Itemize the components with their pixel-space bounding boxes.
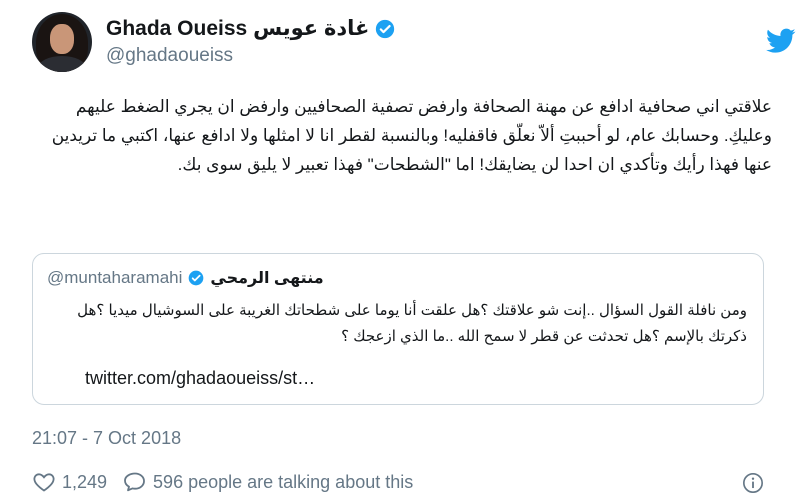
author-name-row[interactable]: Ghada Oueiss غادة عويس: [106, 16, 395, 41]
author-name[interactable]: Ghada Oueiss غادة عويس: [106, 16, 369, 41]
conversation-button[interactable]: 596 people are talking about this: [123, 470, 413, 494]
quoted-text: ومن نافلة القول السؤال ..إنت شو علاقتك ؟…: [77, 302, 747, 345]
quoted-tweet[interactable]: @muntaharamahi منتهى الرمحي ومن نافلة ال…: [32, 253, 764, 405]
verified-badge-icon: [189, 270, 204, 286]
quoted-tweet-header[interactable]: @muntaharamahi منتهى الرمحي: [47, 268, 324, 288]
verified-badge-icon: [376, 19, 395, 38]
twitter-bird-icon[interactable]: [766, 28, 796, 54]
quoted-link[interactable]: twitter.com/ghadaoueiss/st…: [85, 368, 315, 389]
comment-icon: [124, 472, 145, 492]
quoted-name[interactable]: منتهى الرمحي: [210, 268, 323, 288]
info-icon[interactable]: [742, 472, 764, 494]
tweet-actions: 1,249 596 people are talking about this: [32, 470, 429, 494]
avatar[interactable]: [32, 12, 92, 72]
quoted-handle[interactable]: @muntaharamahi: [47, 268, 182, 288]
like-button[interactable]: 1,249: [32, 470, 107, 494]
tweet-text: علاقتي اني صحافية ادافع عن مهنة الصحافة …: [51, 97, 772, 174]
author-handle[interactable]: @ghadaoueiss: [106, 45, 233, 67]
tweet-header: Ghada Oueiss غادة عويس @ghadaoueiss: [32, 12, 796, 76]
tweet-timestamp[interactable]: 21:07 - 7 Oct 2018: [32, 428, 181, 449]
like-count: 1,249: [62, 471, 108, 492]
tweet-card: Ghada Oueiss غادة عويس @ghadaoueiss علاق…: [0, 0, 800, 500]
heart-icon: [33, 473, 55, 492]
talking-count: 596 people are talking about this: [153, 471, 414, 492]
